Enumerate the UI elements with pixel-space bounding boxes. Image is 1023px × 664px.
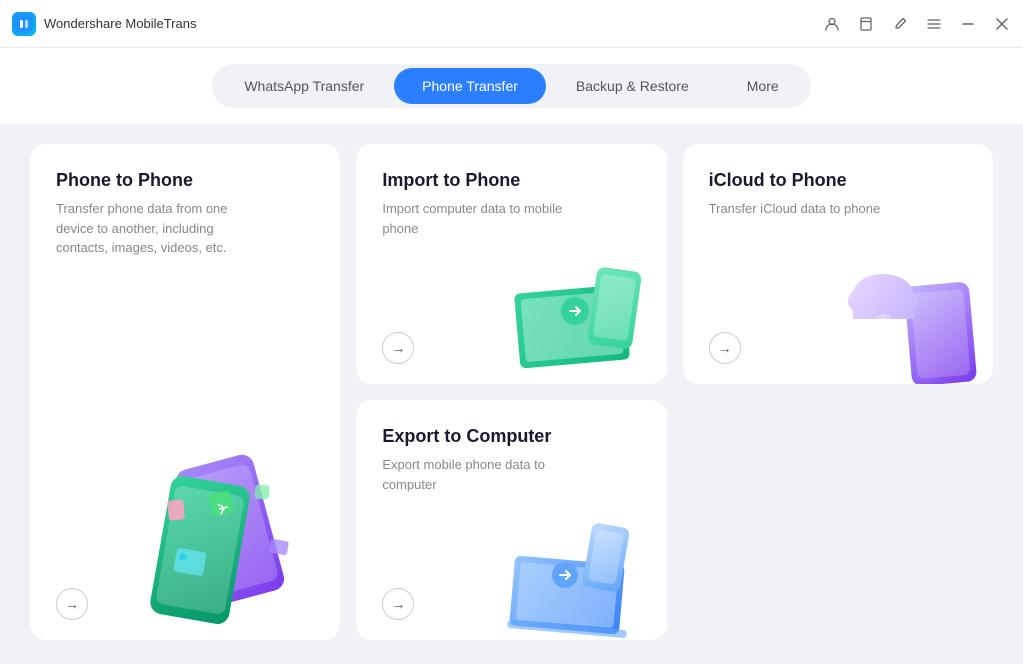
window-controls (823, 15, 1011, 33)
menu-button[interactable] (925, 15, 943, 33)
main-content: Phone to Phone Transfer phone data from … (0, 124, 1023, 664)
card-import-title: Import to Phone (382, 170, 640, 191)
phone-to-phone-illustration (100, 400, 340, 640)
minimize-button[interactable] (959, 15, 977, 33)
nav-tabs: WhatsApp Transfer Phone Transfer Backup … (212, 64, 810, 108)
card-import-arrow[interactable]: → (382, 332, 414, 364)
card-icloud-to-phone[interactable]: iCloud to Phone Transfer iCloud data to … (683, 144, 993, 384)
card-phone-to-phone-title: Phone to Phone (56, 170, 314, 191)
card-export-title: Export to Computer (382, 426, 640, 447)
card-icloud-arrow[interactable]: → (709, 332, 741, 364)
card-phone-to-phone-arrow[interactable]: → (56, 588, 88, 620)
card-export-arrow[interactable]: → (382, 588, 414, 620)
card-import-desc: Import computer data to mobile phone (382, 199, 562, 238)
card-phone-to-phone-desc: Transfer phone data from one device to a… (56, 199, 236, 258)
tab-backup[interactable]: Backup & Restore (548, 68, 717, 104)
tab-phone[interactable]: Phone Transfer (394, 68, 546, 104)
card-icloud-desc: Transfer iCloud data to phone (709, 199, 889, 219)
export-illustration (497, 495, 667, 640)
tab-more[interactable]: More (719, 68, 807, 104)
app-icon (12, 12, 36, 36)
card-export-desc: Export mobile phone data to computer (382, 455, 562, 494)
app-title: Wondershare MobileTrans (44, 16, 196, 31)
title-bar-left: Wondershare MobileTrans (12, 12, 196, 36)
tab-whatsapp[interactable]: WhatsApp Transfer (216, 68, 392, 104)
card-icloud-title: iCloud to Phone (709, 170, 967, 191)
card-import-to-phone[interactable]: Import to Phone Import computer data to … (356, 144, 666, 384)
import-illustration (497, 239, 667, 384)
card-export-to-computer[interactable]: Export to Computer Export mobile phone d… (356, 400, 666, 640)
close-button[interactable] (993, 15, 1011, 33)
icloud-illustration (838, 239, 993, 384)
card-phone-to-phone[interactable]: Phone to Phone Transfer phone data from … (30, 144, 340, 640)
edit-button[interactable] (891, 15, 909, 33)
nav-area: WhatsApp Transfer Phone Transfer Backup … (0, 48, 1023, 124)
title-bar: Wondershare MobileTrans (0, 0, 1023, 48)
bookmark-button[interactable] (857, 15, 875, 33)
account-button[interactable] (823, 15, 841, 33)
